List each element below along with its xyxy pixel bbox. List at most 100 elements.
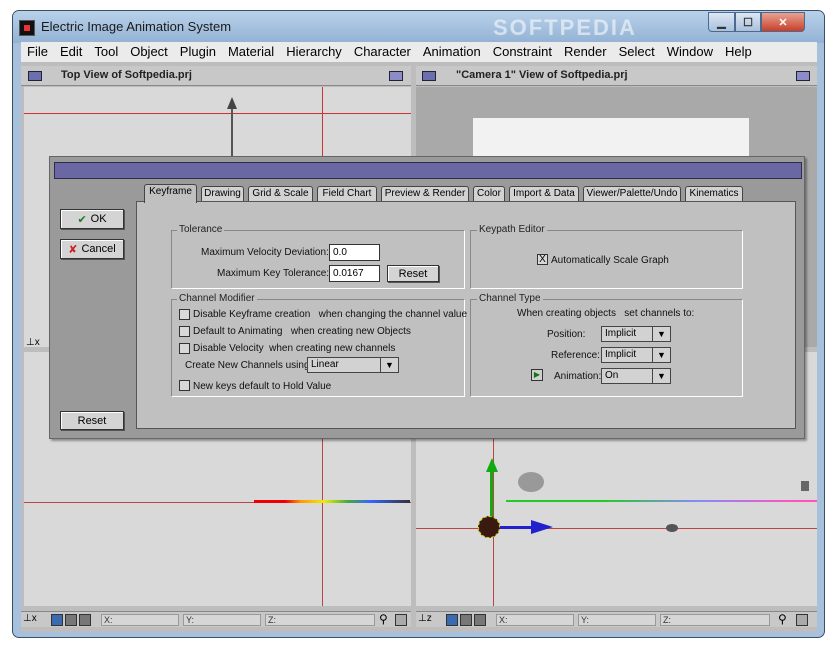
window-title: Electric Image Animation System xyxy=(41,19,232,34)
hold-value-label: New keys default to Hold Value xyxy=(193,381,332,392)
reference-label: Reference: xyxy=(551,350,600,361)
animation-select[interactable]: On ▼ xyxy=(601,368,671,384)
viewport-menu-icon[interactable] xyxy=(28,71,42,81)
watermark-text: SOFTPEDIA xyxy=(493,15,637,40)
menu-tool[interactable]: Tool xyxy=(88,42,124,62)
viewport-menu-icon[interactable] xyxy=(422,71,436,81)
dialog-title-bar[interactable] xyxy=(54,162,802,179)
ok-button[interactable]: ✔ OK xyxy=(60,209,124,229)
max-velocity-input[interactable]: 0.0 xyxy=(329,244,380,261)
y-coordinate-field[interactable]: Y: xyxy=(578,614,656,626)
channel-type-intro: When creating objects set channels to: xyxy=(517,308,695,319)
axis-xz-icon: ⊥x xyxy=(26,337,40,347)
top-view-title: Top View of Softpedia.prj xyxy=(61,69,192,81)
tab-kinematics[interactable]: Kinematics xyxy=(685,186,743,202)
hold-value-checkbox[interactable] xyxy=(179,380,190,391)
menu-constraint[interactable]: Constraint xyxy=(487,42,558,62)
default-animating-checkbox[interactable] xyxy=(179,326,190,337)
menu-object[interactable]: Object xyxy=(124,42,174,62)
resize-grip-icon[interactable] xyxy=(395,614,407,626)
channel-type-title: Channel Type xyxy=(477,293,543,304)
menu-render[interactable]: Render xyxy=(558,42,613,62)
x-icon: ✘ xyxy=(68,243,78,256)
reset-all-button[interactable]: Reset xyxy=(60,411,124,430)
animation-label: Animation: xyxy=(554,371,602,382)
tab-drawing[interactable]: Drawing xyxy=(201,186,244,202)
disable-velocity-checkbox[interactable] xyxy=(179,343,190,354)
axis-xz-icon: ⊥x xyxy=(23,613,37,624)
render-icon[interactable] xyxy=(474,614,486,626)
globe-icon[interactable] xyxy=(446,614,458,626)
preferences-dialog: ✔ OK ✘ Cancel Reset Keyframe Drawing Gri… xyxy=(49,156,805,439)
close-button[interactable]: ✕ xyxy=(761,12,805,32)
create-channels-label: Create New Channels using: xyxy=(185,360,313,371)
app-icon[interactable] xyxy=(19,20,35,36)
max-key-input[interactable]: 0.0167 xyxy=(329,265,380,282)
menu-hierarchy[interactable]: Hierarchy xyxy=(280,42,348,62)
chevron-down-icon: ▼ xyxy=(380,358,398,372)
camera-icon[interactable] xyxy=(460,614,472,626)
menu-select[interactable]: Select xyxy=(613,42,661,62)
axis-yz-icon: ⊥z xyxy=(418,613,432,624)
keyframe-panel: Tolerance Maximum Velocity Deviation: 0.… xyxy=(136,201,796,429)
menu-animation[interactable]: Animation xyxy=(417,42,487,62)
object-selected-icon[interactable] xyxy=(478,516,500,538)
z-coordinate-field[interactable]: Z: xyxy=(265,614,375,626)
magnifier-icon[interactable]: ⚲ xyxy=(778,612,787,626)
max-key-label: Maximum Key Tolerance: xyxy=(217,268,330,279)
auto-scale-label: Automatically Scale Graph xyxy=(551,255,669,266)
menu-edit[interactable]: Edit xyxy=(54,42,88,62)
position-label: Position: xyxy=(547,329,586,340)
x-coordinate-field[interactable]: X: xyxy=(101,614,179,626)
viewport-size-icon[interactable] xyxy=(796,71,810,81)
menu-window[interactable]: Window xyxy=(661,42,719,62)
app-window: Electric Image Animation System SOFTPEDI… xyxy=(12,10,825,638)
maximize-button[interactable]: ☐ xyxy=(735,12,761,32)
auto-scale-checkbox[interactable]: X xyxy=(537,254,548,265)
tolerance-reset-button[interactable]: Reset xyxy=(387,265,439,282)
tab-preview-render[interactable]: Preview & Render xyxy=(381,186,469,202)
disable-keyframe-checkbox[interactable] xyxy=(179,309,190,320)
light-object-icon[interactable] xyxy=(666,524,678,532)
menu-plugin[interactable]: Plugin xyxy=(174,42,222,62)
motion-path xyxy=(506,500,817,502)
x-coordinate-field[interactable]: X: xyxy=(496,614,574,626)
keypath-title: Keypath Editor xyxy=(477,224,547,235)
y-coordinate-field[interactable]: Y: xyxy=(183,614,261,626)
camera-arrow-icon xyxy=(227,97,237,109)
magnifier-icon[interactable]: ⚲ xyxy=(379,612,388,626)
play-icon[interactable]: ▶ xyxy=(531,369,543,381)
tab-viewer-palette-undo[interactable]: Viewer/Palette/Undo xyxy=(583,186,681,202)
left-status-bar: ⊥x X: Y: Z: ⚲ xyxy=(21,611,411,627)
channel-modifier-title: Channel Modifier xyxy=(177,293,257,304)
camera-icon[interactable] xyxy=(65,614,77,626)
camera-object-icon[interactable] xyxy=(518,472,544,492)
checkmark-icon: ✔ xyxy=(77,213,87,226)
create-channels-select[interactable]: Linear ▼ xyxy=(307,357,399,373)
reference-select[interactable]: Implicit ▼ xyxy=(601,347,671,363)
cancel-button[interactable]: ✘ Cancel xyxy=(60,239,124,259)
menu-character[interactable]: Character xyxy=(348,42,417,62)
right-status-bar: ⊥z X: Y: Z: ⚲ xyxy=(416,611,817,627)
resize-grip-icon[interactable] xyxy=(796,614,808,626)
tab-keyframe[interactable]: Keyframe xyxy=(144,184,197,203)
render-icon[interactable] xyxy=(79,614,91,626)
menu-file[interactable]: File xyxy=(21,42,54,62)
tab-color[interactable]: Color xyxy=(473,186,505,202)
viewport-size-icon[interactable] xyxy=(389,71,403,81)
z-coordinate-field[interactable]: Z: xyxy=(660,614,770,626)
disable-velocity-label: Disable Velocity when creating new chann… xyxy=(193,343,396,354)
camera-target-icon xyxy=(231,101,233,161)
globe-icon[interactable] xyxy=(51,614,63,626)
tab-field-chart[interactable]: Field Chart xyxy=(317,186,377,202)
position-select[interactable]: Implicit ▼ xyxy=(601,326,671,342)
menu-material[interactable]: Material xyxy=(222,42,280,62)
tab-grid-scale[interactable]: Grid & Scale xyxy=(248,186,313,202)
chevron-down-icon: ▼ xyxy=(652,369,670,383)
workspace: Top View of Softpedia.prj ⊥x "Camera 1" … xyxy=(21,62,817,632)
camera-view-title: "Camera 1" View of Softpedia.prj xyxy=(456,69,628,81)
tab-import-data[interactable]: Import & Data xyxy=(509,186,579,202)
minimize-button[interactable]: ▁ xyxy=(708,12,735,32)
disable-keyframe-label: Disable Keyframe creation when changing … xyxy=(193,309,468,320)
menu-help[interactable]: Help xyxy=(719,42,758,62)
